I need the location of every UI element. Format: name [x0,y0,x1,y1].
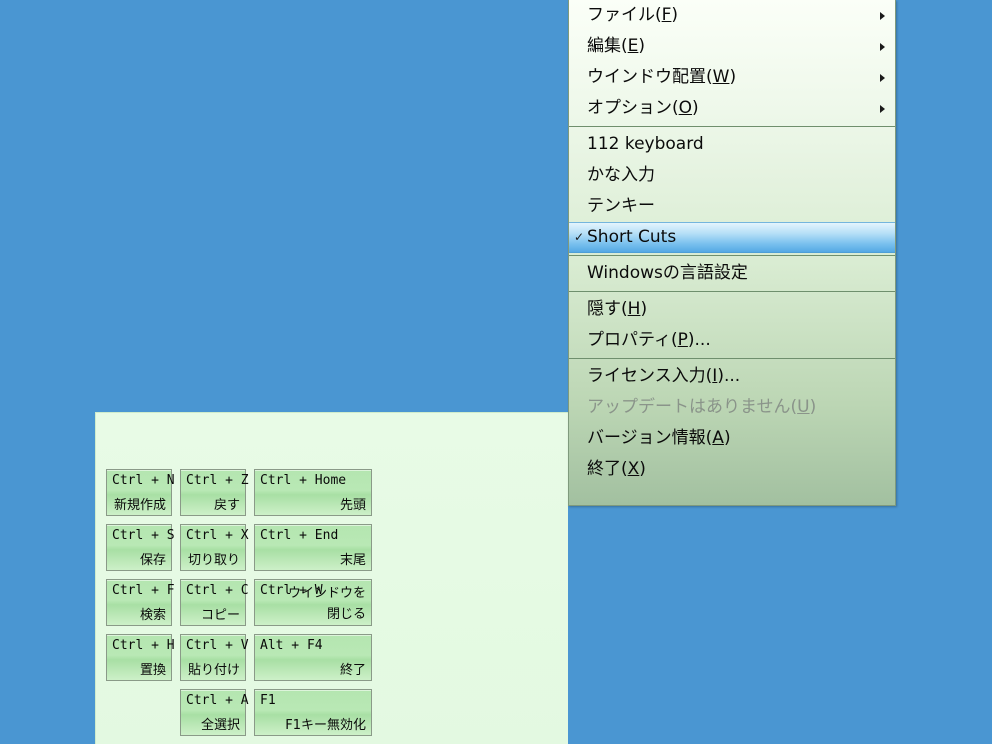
menu-item-3-1[interactable]: プロパティ(P)... [569,325,895,356]
menu-separator [569,255,895,256]
menu-item-3-0[interactable]: 隠す(H) [569,294,895,325]
menu-item-label: ファイル(F) [587,5,679,25]
submenu-arrow-icon [880,73,885,82]
key-description-label: 保存 [139,553,166,568]
menu-item-0-2[interactable]: ウインドウ配置(W) [569,62,895,93]
shortcut-key[interactable]: Ctrl + Z 戻す [180,469,249,516]
shortcut-key[interactable]: Ctrl + C コピー [180,579,249,626]
key-description-label: 検索 [139,608,166,623]
key-description-label: 切り取り [187,553,240,568]
shortcut-key[interactable]: Ctrl + F 検索 [106,579,175,626]
checkmark-icon: ✓ [574,230,585,244]
key-combo-label: Ctrl + A [186,693,249,708]
menu-item-1-1[interactable]: かな入力 [569,160,895,191]
key-combo-label: Ctrl + Home [260,473,347,488]
shortcut-key[interactable]: Ctrl + A 全選択 [180,689,249,736]
menu-item-0-1[interactable]: 編集(E) [569,31,895,62]
shortcut-key[interactable]: Ctrl + H 置換 [106,634,175,681]
key-row: Ctrl + A 全選択 F1 F1キー無効化 [106,689,380,744]
shortcut-key[interactable]: F1 F1キー無効化 [254,689,372,736]
menu-item-label: アップデートはありません(U) [587,397,817,417]
key-description-label: 全選択 [200,718,240,733]
menu-item-label: プロパティ(P)... [587,330,711,350]
shortcut-key[interactable]: Alt + F4 終了 [254,634,372,681]
menu-item-0-3[interactable]: オプション(O) [569,93,895,124]
menu-item-4-3[interactable]: 終了(X) [569,454,895,485]
key-description-label: 置換 [139,663,166,678]
shortcut-key[interactable]: Ctrl + W ウインドウを 閉じる [254,579,372,626]
key-description-label: ウインドウを 閉じる [287,586,366,622]
menu-item-label: ライセンス入力(I)... [587,366,741,386]
menu-separator [569,126,895,127]
key-description-label: コピー [200,608,240,623]
menu-item-0-0[interactable]: ファイル(F) [569,0,895,31]
submenu-arrow-icon [880,42,885,51]
key-description-label: 戻す [213,498,240,513]
menu-item-label: ウインドウ配置(W) [587,67,737,87]
menu-item-4-0[interactable]: ライセンス入力(I)... [569,361,895,392]
shortcut-key-grid: Ctrl + N 新規作成 Ctrl + Z 戻す Ctrl + Home 先頭 Ctrl … [106,469,380,744]
key-combo-label: Ctrl + Z [186,473,249,488]
key-spacer [106,689,172,736]
key-combo-label: Ctrl + End [260,528,339,543]
shortcut-key[interactable]: Ctrl + N 新規作成 [106,469,175,516]
submenu-arrow-icon [880,11,885,20]
menu-item-1-2[interactable]: テンキー [569,191,895,222]
short-cuts-keyboard-panel: Ctrl + N 新規作成 Ctrl + Z 戻す Ctrl + Home 先頭 Ctrl … [95,412,568,744]
menu-item-label: テンキー [587,196,655,216]
shortcut-key[interactable]: Ctrl + X 切り取り [180,524,249,571]
menu-item-4-2[interactable]: バージョン情報(A) [569,423,895,454]
menu-item-4-1: アップデートはありません(U) [569,392,895,423]
key-row: Ctrl + N 新規作成 Ctrl + Z 戻す Ctrl + Home 先頭 [106,469,380,524]
key-description-label: 終了 [339,663,366,678]
key-combo-label: Ctrl + V [186,638,249,653]
shortcut-key[interactable]: Ctrl + Home 先頭 [254,469,372,516]
desktop: Ctrl + N 新規作成 Ctrl + Z 戻す Ctrl + Home 先頭 Ctrl … [0,0,992,744]
menu-item-label: Windowsの言語設定 [587,263,748,283]
menu-item-label: 終了(X) [587,459,646,479]
key-combo-label: Alt + F4 [260,638,323,653]
menu-item-label: Short Cuts [587,227,677,247]
key-description-label: 新規作成 [113,498,166,513]
menu-item-2-0[interactable]: Windowsの言語設定 [569,258,895,289]
key-description-label: F1キー無効化 [285,718,366,733]
key-combo-label: Ctrl + H [112,638,175,653]
key-description-label: 末尾 [339,553,366,568]
menu-item-label: 112 keyboard [587,134,704,154]
menu-item-label: かな入力 [587,165,655,185]
menu-item-1-0[interactable]: 112 keyboard [569,129,895,160]
key-combo-label: F1 [260,693,276,708]
menu-item-label: 編集(E) [587,36,646,56]
menu-separator [569,358,895,359]
menu-item-label: オプション(O) [587,98,699,118]
menu-item-label: バージョン情報(A) [587,428,731,448]
key-description-label: 貼り付け [187,663,240,678]
key-combo-label: Ctrl + F [112,583,175,598]
key-row: Ctrl + S 保存 Ctrl + X 切り取り Ctrl + End 末尾 [106,524,380,579]
shortcut-key[interactable]: Ctrl + End 末尾 [254,524,372,571]
key-combo-label: Ctrl + N [112,473,175,488]
shortcut-key[interactable]: Ctrl + S 保存 [106,524,175,571]
key-row: Ctrl + H 置換 Ctrl + V 貼り付け Alt + F4 終了 [106,634,380,689]
menu-item-label: 隠す(H) [587,299,648,319]
key-row: Ctrl + F 検索 Ctrl + C コピー Ctrl + W ウインドウを 閉じる [106,579,380,634]
key-combo-label: Ctrl + S [112,528,175,543]
key-description-label: 先頭 [339,498,366,513]
submenu-arrow-icon [880,104,885,113]
key-combo-label: Ctrl + C [186,583,249,598]
shortcut-key[interactable]: Ctrl + V 貼り付け [180,634,249,681]
menu-separator [569,291,895,292]
tray-context-menu[interactable]: ファイル(F) 編集(E) ウインドウ配置(W) オプション(O) 112 keyboa… [568,0,896,506]
menu-item-1-3[interactable]: ✓ Short Cuts [569,222,895,253]
key-combo-label: Ctrl + X [186,528,249,543]
